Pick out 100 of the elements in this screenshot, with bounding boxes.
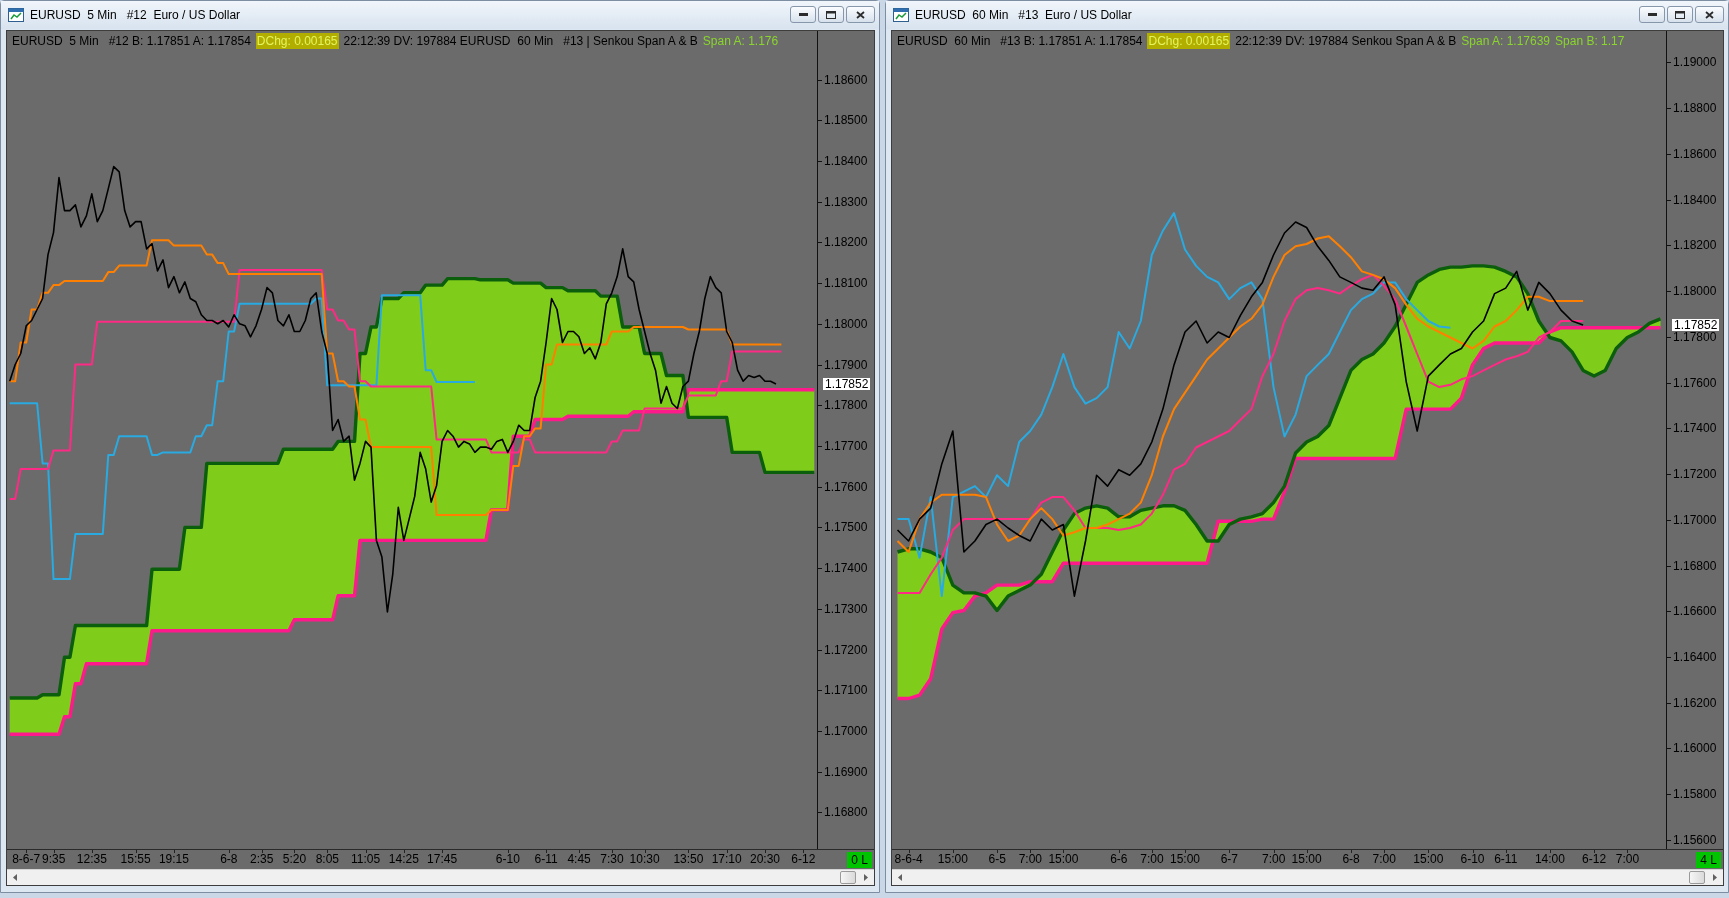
time-axis-label: 6-8: [218, 850, 240, 869]
maximize-icon: [826, 10, 836, 19]
bar-status-label: 4 L: [1696, 851, 1721, 868]
minimize-button[interactable]: [1639, 6, 1665, 23]
maximize-button[interactable]: [1667, 6, 1693, 23]
time-axis-label: 7:00: [1260, 850, 1288, 869]
time-axis-label: 10:30: [627, 850, 662, 869]
time-axis-label: 13:50: [671, 850, 706, 869]
time-axis-label: 6-12: [789, 850, 818, 869]
time-axis-label: 7:00: [1370, 850, 1398, 869]
time-axis-label: 15:00: [1411, 850, 1446, 869]
price-axis-label: 1.18600: [1667, 147, 1717, 160]
time-axis-label: 6-8: [1340, 850, 1362, 869]
time-axis-label: 20:30: [748, 850, 783, 869]
price-axis-label: 1.18100: [818, 277, 868, 290]
price-axis-label: 1.18800: [1667, 102, 1717, 115]
time-axis-label: 14:25: [386, 850, 421, 869]
time-axis-label: 17:10: [709, 850, 744, 869]
time-axis-label: 6-11: [532, 850, 560, 869]
price-axis-label: 1.17100: [818, 684, 868, 697]
price-axis-label: 1.15600: [1667, 833, 1717, 846]
time-axis-label: 6-5: [986, 850, 1008, 869]
close-button[interactable]: [846, 6, 875, 23]
time-axis-label: 7:00: [1613, 850, 1642, 869]
price-axis-label: 1.16800: [818, 806, 868, 819]
time-axis-label: 7:00: [1016, 850, 1045, 869]
last-price-label: 1.17852: [1672, 318, 1720, 331]
time-axis-label: 8:05: [313, 850, 342, 869]
close-button[interactable]: [1695, 6, 1724, 23]
price-axis-label: 1.17800: [1667, 330, 1717, 343]
price-axis-label: 1.17200: [818, 643, 868, 656]
time-axis-label: 6-11: [1492, 850, 1520, 869]
time-axis-label: 19:15: [156, 850, 191, 869]
price-axis-label: 1.17600: [1667, 376, 1717, 389]
span-value-label: Span A: 1.17639: [1461, 33, 1551, 49]
horizontal-scrollbar[interactable]: [7, 869, 874, 885]
minimize-button[interactable]: [790, 6, 816, 23]
time-axis-label: 14:00: [1532, 850, 1567, 869]
time-axis-label: 12:35: [74, 850, 109, 869]
daily-change-label: DChg: 0.00165: [1147, 33, 1231, 49]
price-axis-label: 1.17300: [818, 602, 868, 615]
price-axis-label: 1.16800: [1667, 559, 1717, 572]
price-axis-label: 1.17400: [1667, 422, 1717, 435]
price-axis-label: 1.17900: [818, 358, 868, 371]
daily-change-label: DChg: 0.00165: [255, 33, 339, 49]
price-axis-label: 1.17000: [818, 724, 868, 737]
horizontal-scrollbar[interactable]: [892, 869, 1723, 885]
window-icon: [8, 8, 24, 22]
price-axis-label: 1.17500: [818, 521, 868, 534]
price-axis-label: 1.17800: [818, 399, 868, 412]
price-axis-label: 1.18200: [818, 236, 868, 249]
time-axis-label: 15:00: [1046, 850, 1081, 869]
time-axis-label: 6-12: [1580, 850, 1609, 869]
price-axis-label: 1.18200: [1667, 239, 1717, 252]
left-arrow-icon: [13, 874, 17, 881]
price-axis-label: 1.17700: [818, 439, 868, 452]
time-axis-label: 6-7: [1218, 850, 1241, 869]
time-axis-label: 8-6-4: [892, 850, 925, 869]
time-axis-label: 5:20: [280, 850, 309, 869]
time-axis-label: 6-10: [1458, 850, 1487, 869]
window-title: EURUSD 60 Min #13 Euro / US Dollar: [915, 8, 1133, 22]
minimize-icon: [1647, 13, 1657, 16]
price-axis-label: 1.17600: [818, 480, 868, 493]
price-axis-label: 1.16900: [818, 765, 868, 778]
price-axis-label: 1.18000: [818, 317, 868, 330]
time-axis-label: 2:35: [248, 850, 276, 869]
price-axis-label: 1.15800: [1667, 788, 1717, 801]
chart-info-text: EURUSD 60 Min #13 B: 1.17851 A: 1.17854: [897, 33, 1143, 49]
span-value-label: Span B: 1.17: [1555, 33, 1625, 49]
right-arrow-icon: [1713, 874, 1717, 881]
chart-info-text: EURUSD 5 Min #12 B: 1.17851 A: 1.17854: [12, 33, 251, 49]
close-icon: [856, 10, 865, 19]
chart-info-text: 22:12:39 DV: 197884 EURUSD 60 Min #13 | Senkou Span A & B: [343, 33, 698, 49]
price-axis-label: 1.17000: [1667, 513, 1717, 526]
chart-info-text: 22:12:39 DV: 197884 Senkou Span A & B: [1235, 33, 1457, 49]
price-axis-label: 1.17200: [1667, 468, 1717, 480]
time-axis-label: 17:45: [425, 850, 460, 869]
price-axis-label: 1.18400: [818, 154, 868, 167]
maximize-button[interactable]: [818, 6, 844, 23]
time-axis-label: 7:00: [1138, 850, 1166, 869]
price-axis-label: 1.19000: [1667, 56, 1717, 69]
price-axis-label: 1.16400: [1667, 650, 1717, 663]
close-icon: [1705, 10, 1714, 19]
time-axis-label: 6-6: [1108, 850, 1130, 869]
time-axis-label: 9:35: [40, 850, 68, 869]
price-axis-label: 1.16000: [1667, 742, 1717, 755]
left-arrow-icon: [898, 874, 902, 881]
price-axis-label: 1.17400: [818, 562, 868, 575]
time-axis-label: 8-6-7: [10, 850, 43, 869]
time-axis-label: 15:00: [1168, 850, 1203, 869]
price-axis-label: 1.18300: [818, 195, 868, 208]
scrollbar-thumb[interactable]: [840, 871, 856, 884]
time-axis-label: 15:00: [935, 850, 970, 869]
scrollbar-thumb[interactable]: [1689, 871, 1705, 884]
minimize-icon: [798, 13, 808, 16]
price-axis-label: 1.18000: [1667, 285, 1717, 298]
time-axis-label: 6-10: [493, 850, 522, 869]
time-axis-label: 4:45: [565, 850, 593, 869]
price-axis-label: 1.16600: [1667, 605, 1717, 618]
window-icon: [893, 8, 909, 22]
